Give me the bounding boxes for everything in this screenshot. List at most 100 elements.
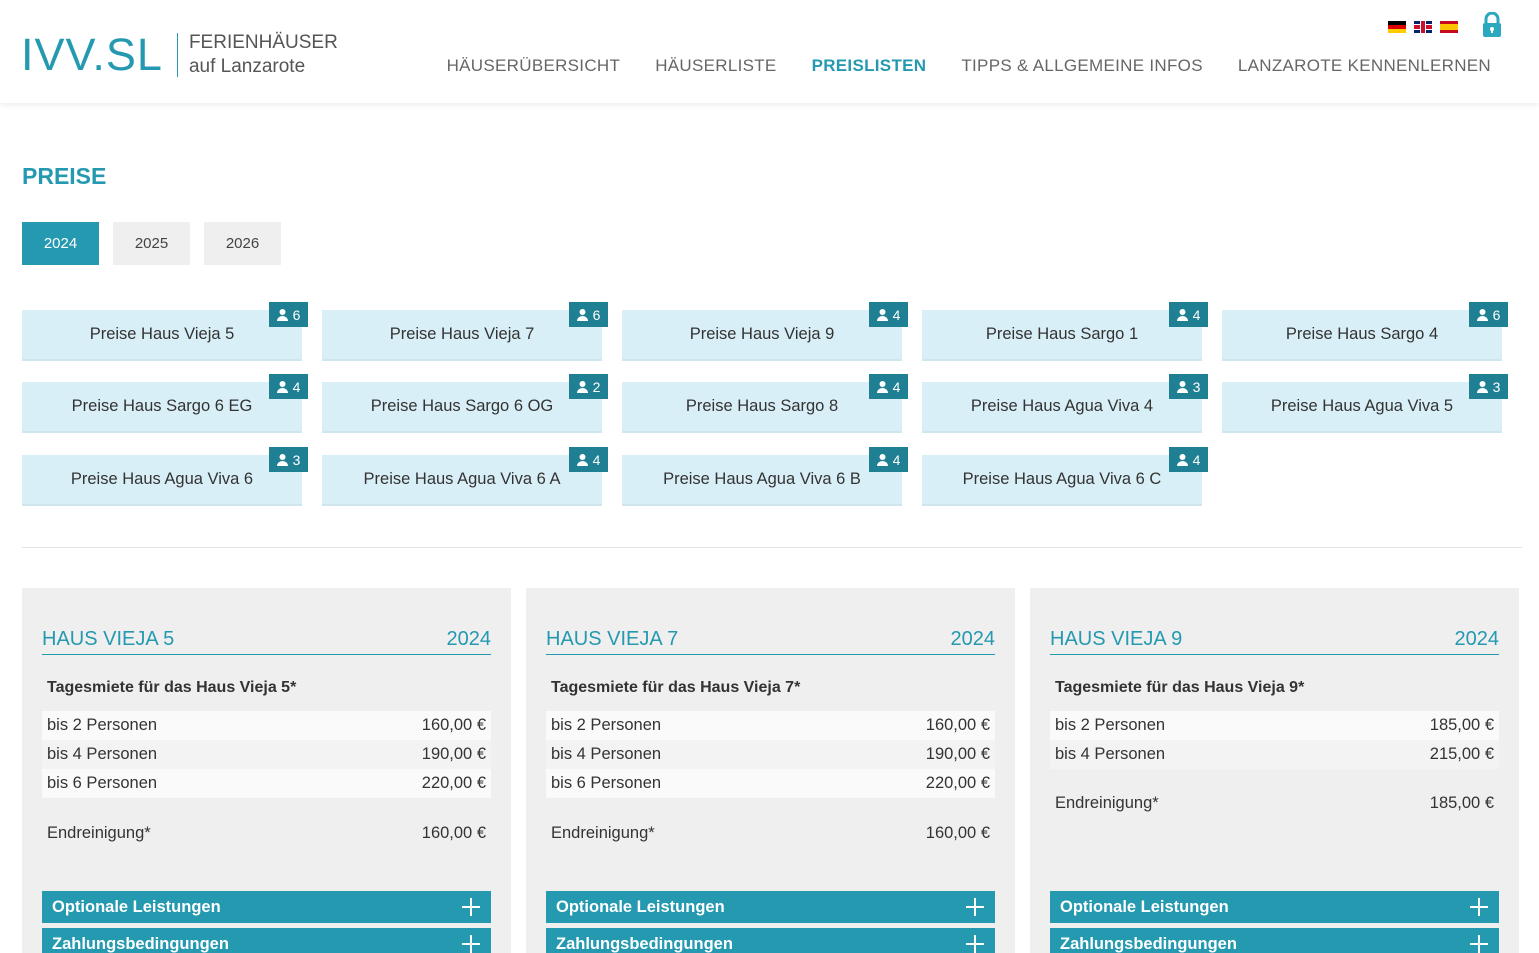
persons-badge: 3 bbox=[1169, 374, 1208, 399]
persons-badge: 4 bbox=[569, 447, 608, 472]
persons-badge: 4 bbox=[869, 302, 908, 327]
person-icon bbox=[1476, 380, 1488, 393]
person-icon bbox=[276, 380, 288, 393]
cleaning-row: Endreinigung* 160,00 € bbox=[42, 824, 491, 843]
price-row-value: 160,00 € bbox=[925, 716, 990, 734]
card-year: 2024 bbox=[446, 628, 492, 650]
house-link-label: Preise Haus Vieja 9 bbox=[689, 325, 835, 343]
house-link[interactable]: Preise Haus Sargo 6 OG 2 bbox=[322, 374, 608, 433]
en-flag-icon[interactable] bbox=[1414, 21, 1432, 33]
person-icon bbox=[876, 453, 888, 466]
person-icon bbox=[1476, 308, 1488, 321]
logo-text: FERIENHÄUSER auf Lanzarote bbox=[189, 31, 338, 79]
nav-preislisten[interactable]: PREISLISTEN bbox=[812, 56, 927, 76]
price-row: bis 4 Personen 215,00 € bbox=[1050, 740, 1499, 769]
house-link[interactable]: Preise Haus Agua Viva 6 B 4 bbox=[622, 447, 908, 506]
house-link-label: Preise Haus Agua Viva 6 B bbox=[663, 470, 861, 488]
card-house-name: HAUS VIEJA 5 bbox=[42, 628, 175, 650]
house-link[interactable]: Preise Haus Agua Viva 6 C 4 bbox=[922, 447, 1208, 506]
optional-services-accordion[interactable]: Optionale Leistungen bbox=[1050, 891, 1499, 923]
logo-line-2: auf Lanzarote bbox=[188, 56, 306, 77]
house-link[interactable]: Preise Haus Sargo 8 4 bbox=[622, 374, 908, 433]
payment-terms-accordion[interactable]: Zahlungsbedingungen bbox=[1050, 928, 1499, 953]
person-icon bbox=[576, 308, 588, 321]
nav-haeuseruebersicht[interactable]: HÄUSERÜBERSICHT bbox=[447, 56, 621, 76]
price-row-value: 190,00 € bbox=[925, 745, 990, 763]
accordion-label: Optionale Leistungen bbox=[52, 897, 221, 916]
persons-count: 4 bbox=[292, 378, 301, 395]
price-row-value: 215,00 € bbox=[1429, 745, 1494, 763]
house-link-label: Preise Haus Sargo 6 OG bbox=[370, 397, 554, 415]
price-row-value: 190,00 € bbox=[421, 745, 486, 763]
house-link[interactable]: Preise Haus Agua Viva 6 A 4 bbox=[322, 447, 608, 506]
house-link[interactable]: Preise Haus Agua Viva 5 3 bbox=[1222, 374, 1508, 433]
de-flag-icon[interactable] bbox=[1388, 21, 1406, 33]
nav-lanzarote-kennenlernen[interactable]: LANZAROTE KENNENLERNEN bbox=[1238, 56, 1491, 76]
house-link-label: Preise Haus Vieja 7 bbox=[389, 325, 535, 343]
price-row-label: bis 2 Personen bbox=[47, 716, 158, 734]
persons-count: 3 bbox=[1192, 378, 1201, 395]
main-nav: HÄUSERÜBERSICHT HÄUSERLISTE PREISLISTEN … bbox=[412, 56, 1491, 76]
card-subtitle: Tagesmiete für das Haus Vieja 7* bbox=[551, 679, 801, 696]
year-tab-2025[interactable]: 2025 bbox=[113, 222, 190, 265]
house-link[interactable]: Preise Haus Sargo 6 EG 4 bbox=[22, 374, 308, 433]
es-flag-icon[interactable] bbox=[1440, 21, 1458, 33]
cleaning-row: Endreinigung* 160,00 € bbox=[546, 824, 995, 843]
plus-icon bbox=[966, 898, 984, 916]
house-link[interactable]: Preise Haus Sargo 4 6 bbox=[1222, 302, 1508, 361]
nav-haeuserliste[interactable]: HÄUSERLISTE bbox=[655, 56, 776, 76]
site-header: IVV.SL FERIENHÄUSER auf Lanzarote HÄUSER… bbox=[0, 0, 1539, 103]
optional-services-accordion[interactable]: Optionale Leistungen bbox=[42, 891, 491, 923]
card-subtitle: Tagesmiete für das Haus Vieja 9* bbox=[1055, 679, 1305, 696]
house-link[interactable]: Preise Haus Agua Viva 6 3 bbox=[22, 447, 308, 506]
lock-icon[interactable] bbox=[1482, 12, 1502, 38]
price-row-label: bis 4 Personen bbox=[47, 745, 158, 763]
accordion-label: Zahlungsbedingungen bbox=[1060, 934, 1237, 953]
house-link[interactable]: Preise Haus Vieja 5 6 bbox=[22, 302, 308, 361]
site-logo[interactable]: IVV.SL FERIENHÄUSER auf Lanzarote bbox=[21, 30, 338, 80]
year-tab-2026[interactable]: 2026 bbox=[204, 222, 281, 265]
year-tabs: 2024 2025 2026 bbox=[22, 222, 295, 265]
cleaning-label: Endreinigung* bbox=[551, 824, 655, 842]
house-link[interactable]: Preise Haus Vieja 9 4 bbox=[622, 302, 908, 361]
optional-services-accordion[interactable]: Optionale Leistungen bbox=[546, 891, 995, 923]
price-row-value: 220,00 € bbox=[421, 774, 486, 792]
logo-line-1: FERIENHÄUSER bbox=[188, 32, 338, 53]
year-tab-2024[interactable]: 2024 bbox=[22, 222, 99, 265]
accordion-label: Optionale Leistungen bbox=[556, 897, 725, 916]
persons-badge: 6 bbox=[569, 302, 608, 327]
persons-count: 4 bbox=[892, 306, 901, 323]
nav-tipps-infos[interactable]: TIPPS & ALLGEMEINE INFOS bbox=[961, 56, 1203, 76]
plus-icon bbox=[462, 898, 480, 916]
price-row: bis 2 Personen 185,00 € bbox=[1050, 711, 1499, 740]
person-icon bbox=[276, 308, 288, 321]
persons-badge: 3 bbox=[269, 447, 308, 472]
persons-badge: 6 bbox=[1469, 302, 1508, 327]
persons-badge: 6 bbox=[269, 302, 308, 327]
house-link[interactable]: Preise Haus Vieja 7 6 bbox=[322, 302, 608, 361]
person-icon bbox=[876, 380, 888, 393]
logo-separator bbox=[176, 33, 178, 77]
persons-badge: 4 bbox=[869, 447, 908, 472]
logo-mark: IVV.SL bbox=[21, 29, 163, 80]
price-row-value: 160,00 € bbox=[421, 716, 486, 734]
payment-terms-accordion[interactable]: Zahlungsbedingungen bbox=[546, 928, 995, 953]
price-row: bis 2 Personen 160,00 € bbox=[42, 711, 491, 740]
plus-icon bbox=[462, 935, 480, 953]
cleaning-row: Endreinigung* 185,00 € bbox=[1050, 794, 1499, 813]
persons-badge: 4 bbox=[269, 374, 308, 399]
house-link-label: Preise Haus Sargo 6 EG bbox=[71, 397, 253, 415]
payment-terms-accordion[interactable]: Zahlungsbedingungen bbox=[42, 928, 491, 953]
price-row-label: bis 4 Personen bbox=[1055, 745, 1166, 763]
cleaning-price: 160,00 € bbox=[421, 824, 486, 842]
house-link[interactable]: Preise Haus Agua Viva 4 3 bbox=[922, 374, 1208, 433]
persons-badge: 2 bbox=[569, 374, 608, 399]
price-card-vieja-5: HAUS VIEJA 5 2024 Tagesmiete für das Hau… bbox=[22, 588, 511, 953]
page-title: PREISE bbox=[22, 163, 107, 189]
house-link[interactable]: Preise Haus Sargo 1 4 bbox=[922, 302, 1208, 361]
price-row-value: 220,00 € bbox=[925, 774, 990, 792]
price-table: bis 2 Personen 160,00 € bis 4 Personen 190… bbox=[42, 711, 491, 798]
accordion-label: Zahlungsbedingungen bbox=[556, 934, 733, 953]
persons-count: 3 bbox=[292, 451, 301, 468]
persons-count: 6 bbox=[1492, 306, 1501, 323]
